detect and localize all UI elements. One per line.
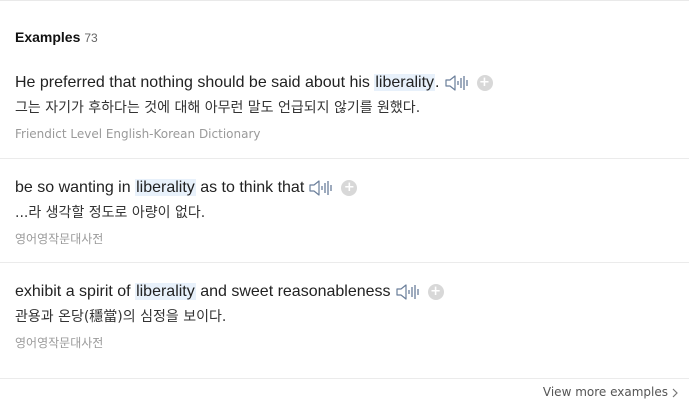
example-source: 영어영작문대사전 <box>15 336 104 350</box>
speaker-icon[interactable] <box>444 73 470 93</box>
sentence-text-post: . <box>435 74 440 91</box>
sentence-text-pre: exhibit a spirit of <box>15 283 136 300</box>
speaker-icon[interactable] <box>308 178 334 198</box>
add-to-wordbook-button[interactable]: + <box>341 180 358 196</box>
example-sentence: exhibit a spirit of liberality and sweet… <box>15 280 391 304</box>
example-item: be so wanting in liberality as to think … <box>0 159 689 263</box>
chevron-right-icon <box>671 387 679 398</box>
example-item: He preferred that nothing should be said… <box>0 54 689 158</box>
examples-count: 73 <box>84 31 98 45</box>
highlighted-word: liberality <box>374 74 436 91</box>
example-translation: 관용과 온당(穩當)의 심정을 보이다. <box>15 309 227 325</box>
sentence-text-pre: be so wanting in <box>15 179 136 196</box>
view-more-examples-link[interactable]: View more examples <box>543 385 679 399</box>
example-sentence-row: exhibit a spirit of liberality and sweet… <box>15 280 444 304</box>
example-source: Friendict Level English-Korean Dictionar… <box>15 127 261 141</box>
examples-header: Examples 73 <box>15 29 98 49</box>
highlighted-word: liberality <box>135 283 196 300</box>
examples-title: Examples <box>15 29 81 45</box>
footer-divider <box>0 378 689 379</box>
plus-icon: + <box>343 180 355 195</box>
example-source: 영어영작문대사전 <box>15 232 104 246</box>
sentence-text-post: as to think that <box>195 179 305 196</box>
add-to-wordbook-button[interactable]: + <box>427 284 444 300</box>
example-sentence-row: be so wanting in liberality as to think … <box>15 176 358 200</box>
view-more-label: View more examples <box>542 385 668 399</box>
sentence-text-post: and sweet reasonableness <box>195 283 391 300</box>
plus-icon: + <box>430 284 441 299</box>
top-divider <box>0 0 689 1</box>
example-sentence: be so wanting in liberality as to think … <box>15 176 304 200</box>
plus-icon: + <box>479 75 490 90</box>
example-sentence-row: He preferred that nothing should be said… <box>15 71 493 95</box>
example-sentence: He preferred that nothing should be said… <box>15 71 440 95</box>
highlighted-word: liberality <box>135 179 196 196</box>
speaker-icon[interactable] <box>395 282 421 302</box>
add-to-wordbook-button[interactable]: + <box>476 75 493 91</box>
example-translation: 그는 자기가 후하다는 것에 대해 아무런 말도 언급되지 않기를 원했다. <box>15 100 421 116</box>
example-item: exhibit a spirit of liberality and sweet… <box>0 263 689 367</box>
sentence-text-pre: He preferred that nothing should be said… <box>15 74 375 91</box>
example-translation: ...라 생각할 정도로 아량이 없다. <box>15 205 206 221</box>
